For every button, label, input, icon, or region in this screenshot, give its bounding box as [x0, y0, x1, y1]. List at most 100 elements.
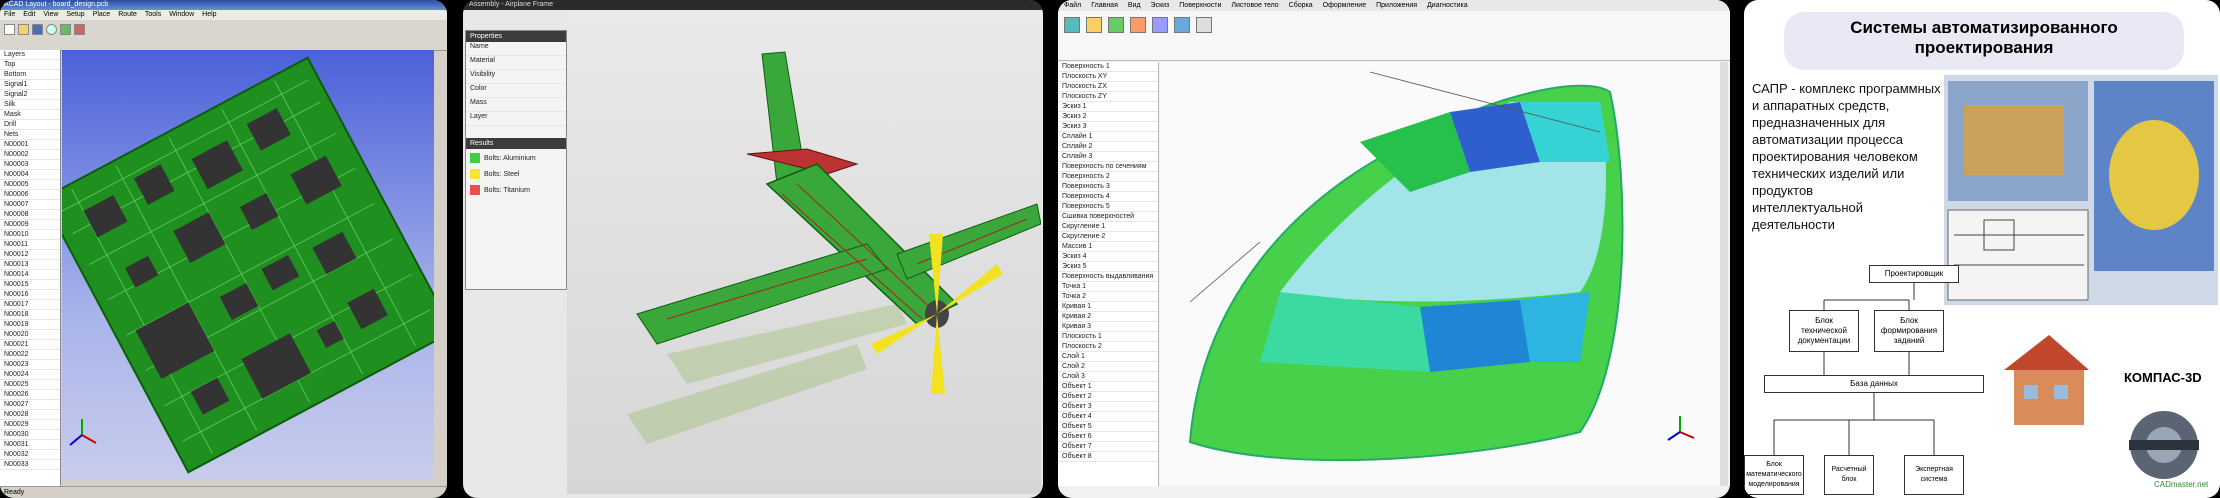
tree-item[interactable]: N00025 [0, 380, 60, 390]
model-tree-item[interactable]: Кривая 2 [1058, 312, 1158, 322]
tree-item[interactable]: Top [0, 60, 60, 70]
fillet-icon[interactable] [1196, 17, 1212, 33]
tree-item[interactable]: N00016 [0, 290, 60, 300]
tree-item[interactable]: Signal1 [0, 80, 60, 90]
model-tree-item[interactable]: Объект 7 [1058, 442, 1158, 452]
model-tree-item[interactable]: Поверхность 5 [1058, 202, 1158, 212]
property-row[interactable]: Mass [466, 98, 566, 112]
model-tree-item[interactable]: Объект 1 [1058, 382, 1158, 392]
model-tree-item[interactable]: Плоскость XY [1058, 72, 1158, 82]
ribbon-tab[interactable]: Сборка [1289, 2, 1313, 9]
3d-viewport[interactable] [1160, 62, 1720, 486]
model-tree-item[interactable]: Объект 5 [1058, 422, 1158, 432]
model-tree-item[interactable]: Эскиз 3 [1058, 122, 1158, 132]
tree-item[interactable]: N00022 [0, 350, 60, 360]
model-tree-item[interactable]: Сплайн 3 [1058, 152, 1158, 162]
menu-item[interactable]: Window [169, 10, 194, 20]
route-icon[interactable] [60, 24, 71, 35]
tree-item[interactable]: N00031 [0, 440, 60, 450]
tree-item[interactable]: Layers [0, 50, 60, 60]
model-tree-item[interactable]: Поверхность 1 [1058, 62, 1158, 72]
tree-item[interactable]: N00013 [0, 260, 60, 270]
open-icon[interactable] [18, 24, 29, 35]
tree-item[interactable]: N00029 [0, 420, 60, 430]
loft-icon[interactable] [1108, 17, 1124, 33]
property-row[interactable]: Name [466, 42, 566, 56]
tree-item[interactable]: Drill [0, 120, 60, 130]
model-tree-item[interactable]: Поверхность выдавливания [1058, 272, 1158, 282]
scrollbar-vertical[interactable] [1720, 62, 1728, 486]
tree-item[interactable]: N00002 [0, 150, 60, 160]
tree-item[interactable]: N00012 [0, 250, 60, 260]
model-tree-item[interactable]: Плоскость ZX [1058, 82, 1158, 92]
property-row[interactable]: Material [466, 56, 566, 70]
model-tree-item[interactable]: Поверхность по сечениям [1058, 162, 1158, 172]
property-row[interactable]: Visibility [466, 70, 566, 84]
model-tree-item[interactable]: Поверхность 4 [1058, 192, 1158, 202]
tree-item[interactable]: N00019 [0, 320, 60, 330]
trim-icon[interactable] [1152, 17, 1168, 33]
model-tree-item[interactable]: Слой 1 [1058, 352, 1158, 362]
tree-item[interactable]: Bottom [0, 70, 60, 80]
tree-item[interactable]: N00015 [0, 280, 60, 290]
menu-item[interactable]: File [4, 10, 15, 20]
tree-item[interactable]: N00026 [0, 390, 60, 400]
tree-item[interactable]: Silk [0, 100, 60, 110]
model-tree-item[interactable]: Сплайн 1 [1058, 132, 1158, 142]
model-tree-item[interactable]: Объект 2 [1058, 392, 1158, 402]
tree-item[interactable]: N00023 [0, 360, 60, 370]
tree-item[interactable]: N00021 [0, 340, 60, 350]
tree-item[interactable]: N00032 [0, 450, 60, 460]
model-tree-item[interactable]: Объект 6 [1058, 432, 1158, 442]
menu-item[interactable]: Tools [145, 10, 161, 20]
ribbon-tab[interactable]: Оформление [1323, 2, 1366, 9]
extrude-icon[interactable] [1086, 17, 1102, 33]
model-tree-item[interactable]: Сшивка поверхностей [1058, 212, 1158, 222]
model-tree-item[interactable]: Слой 2 [1058, 362, 1158, 372]
menu-item[interactable]: View [43, 10, 58, 20]
3d-viewport[interactable] [567, 14, 1042, 494]
model-tree-item[interactable]: Эскиз 5 [1058, 262, 1158, 272]
tree-item[interactable]: N00006 [0, 190, 60, 200]
new-icon[interactable] [4, 24, 15, 35]
menu-item[interactable]: Setup [66, 10, 84, 20]
tree-item[interactable]: Mask [0, 110, 60, 120]
model-tree-item[interactable]: Поверхность 2 [1058, 172, 1158, 182]
model-tree-item[interactable]: Скругление 2 [1058, 232, 1158, 242]
tree-item[interactable]: N00007 [0, 200, 60, 210]
model-tree-item[interactable]: Объект 3 [1058, 402, 1158, 412]
tree-item[interactable]: N00003 [0, 160, 60, 170]
tree-item[interactable]: Signal2 [0, 90, 60, 100]
tree-item[interactable]: N00018 [0, 310, 60, 320]
tree-item[interactable]: N00008 [0, 210, 60, 220]
model-tree-item[interactable]: Плоскость 2 [1058, 342, 1158, 352]
tree-item[interactable]: N00028 [0, 410, 60, 420]
save-icon[interactable] [32, 24, 43, 35]
tree-item[interactable]: N00020 [0, 330, 60, 340]
tree-item[interactable]: N00017 [0, 300, 60, 310]
surface-icon[interactable] [1064, 17, 1080, 33]
model-tree-item[interactable]: Эскиз 4 [1058, 252, 1158, 262]
menu-item[interactable]: Place [93, 10, 111, 20]
model-tree-item[interactable]: Поверхность 3 [1058, 182, 1158, 192]
model-tree-item[interactable]: Слой 3 [1058, 372, 1158, 382]
tree-item[interactable]: N00014 [0, 270, 60, 280]
sweep-icon[interactable] [1130, 17, 1146, 33]
model-tree-item[interactable]: Объект 4 [1058, 412, 1158, 422]
model-tree-item[interactable]: Скругление 1 [1058, 222, 1158, 232]
model-tree-item[interactable]: Точка 1 [1058, 282, 1158, 292]
stitch-icon[interactable] [1174, 17, 1190, 33]
model-tree-item[interactable]: Плоскость ZY [1058, 92, 1158, 102]
layer-icon[interactable] [74, 24, 85, 35]
ribbon-tab[interactable]: Диагностика [1427, 2, 1468, 9]
tree-item[interactable]: N00030 [0, 430, 60, 440]
ribbon-tab[interactable]: Главная [1091, 2, 1118, 9]
model-tree-item[interactable]: Объект 8 [1058, 452, 1158, 462]
tree-item[interactable]: N00010 [0, 230, 60, 240]
tree-item[interactable]: N00004 [0, 170, 60, 180]
model-tree-item[interactable]: Эскиз 1 [1058, 102, 1158, 112]
model-tree-item[interactable]: Кривая 3 [1058, 322, 1158, 332]
zoom-icon[interactable] [46, 24, 57, 35]
model-tree-item[interactable]: Сплайн 2 [1058, 142, 1158, 152]
model-tree-item[interactable]: Плоскость 1 [1058, 332, 1158, 342]
